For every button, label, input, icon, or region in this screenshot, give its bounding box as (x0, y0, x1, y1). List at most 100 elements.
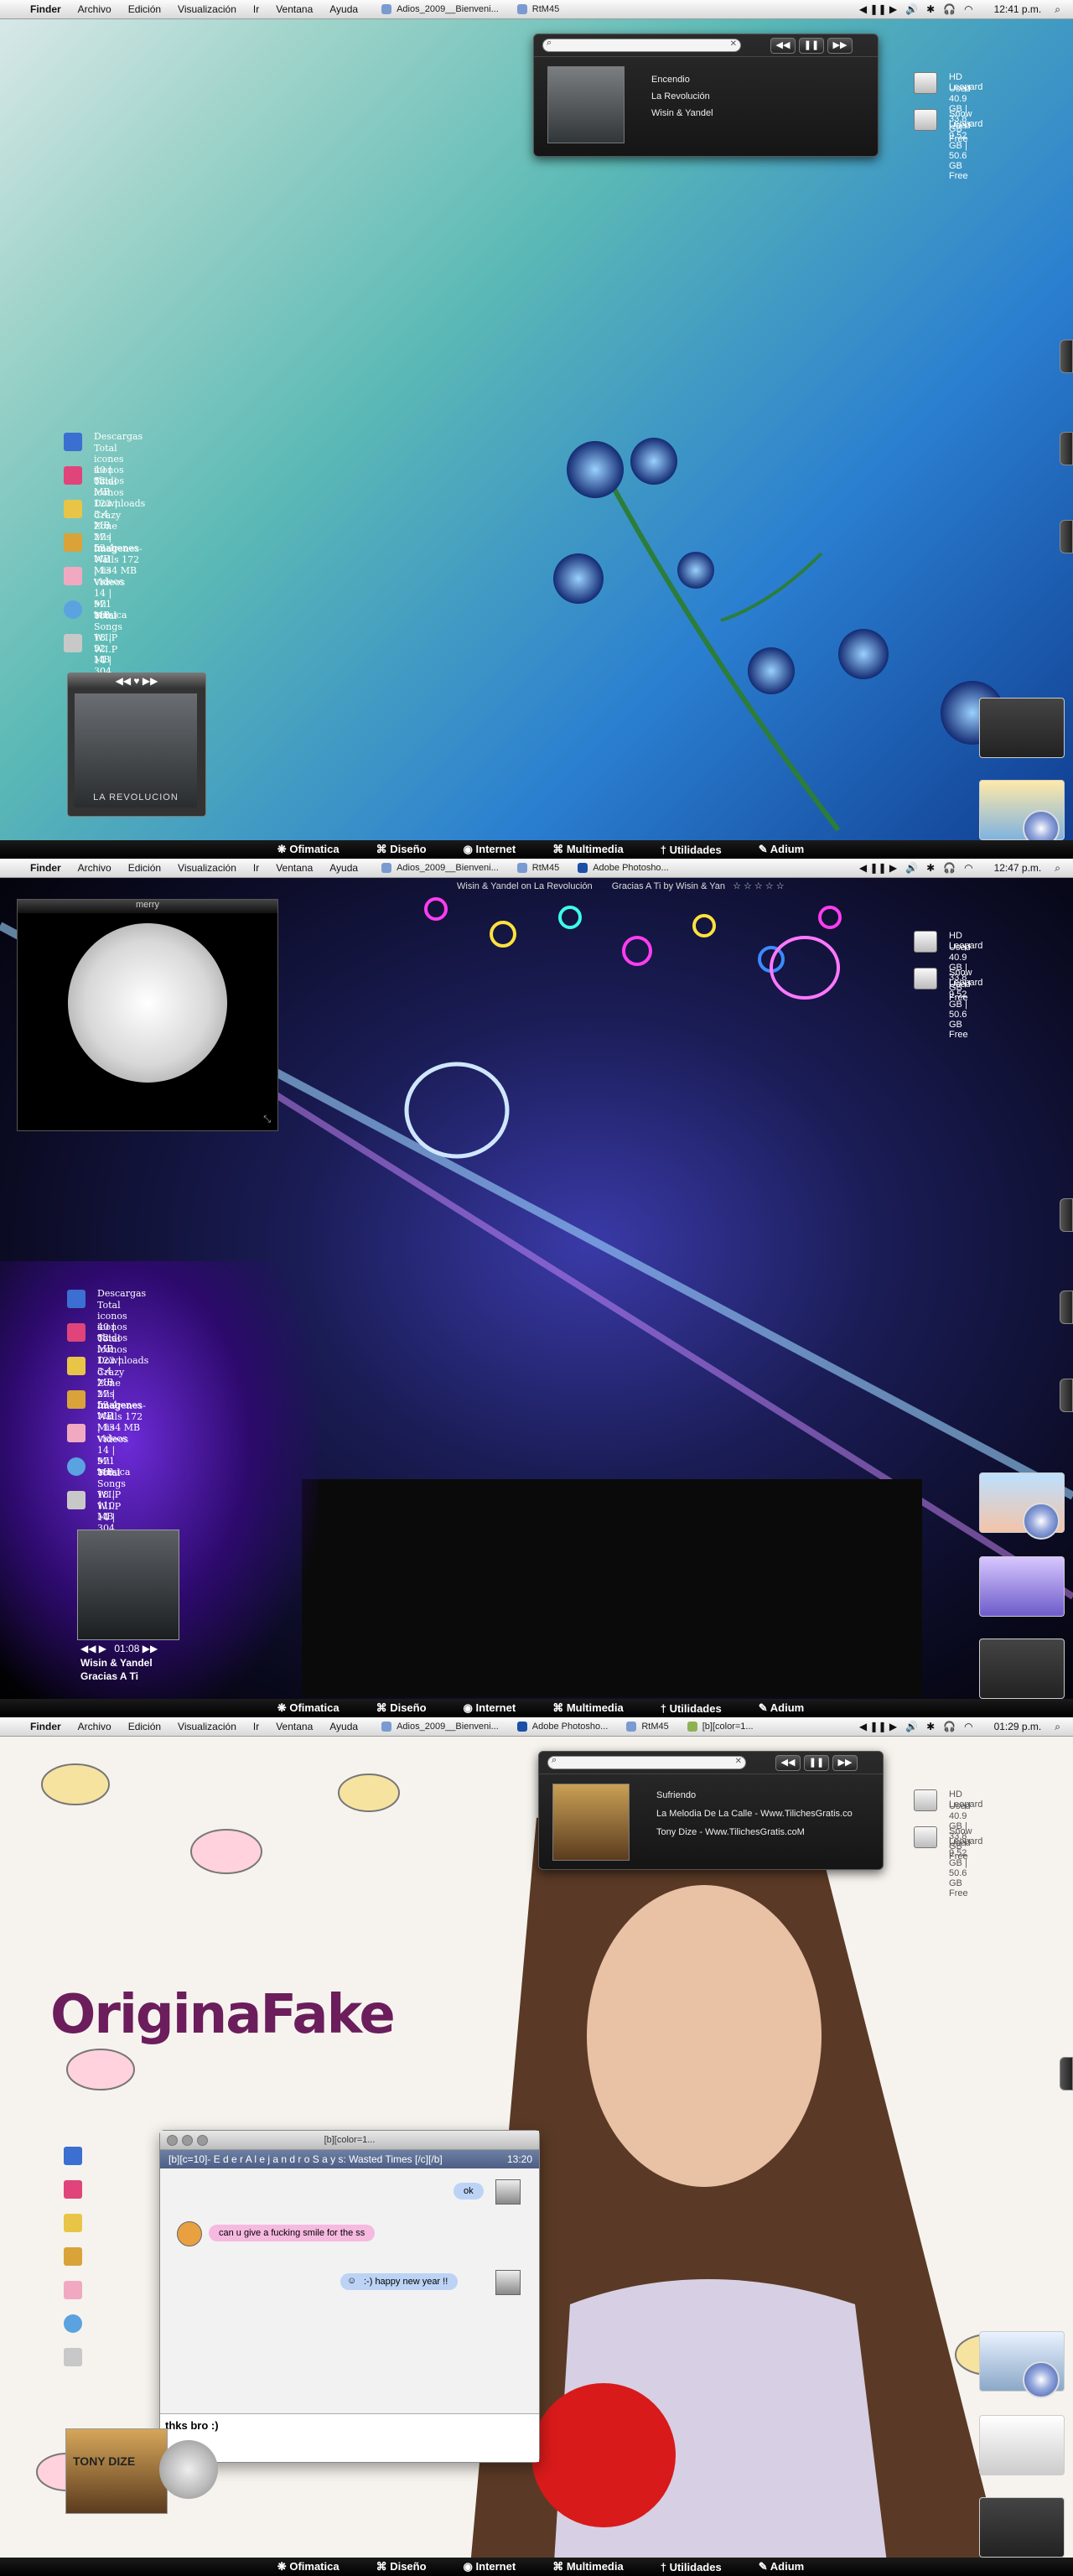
side-drawer-tab[interactable] (1060, 2057, 1073, 2090)
dock-adium[interactable]: ✎ Adium (759, 1701, 805, 1715)
bluetooth-icon[interactable]: ✱ (926, 862, 935, 874)
menu-ayuda[interactable]: Ayuda (329, 1721, 358, 1732)
volume-icon[interactable]: 🔊 (905, 862, 918, 874)
widget-thumbnail[interactable] (979, 1556, 1065, 1617)
pause-button[interactable]: ❚❚ (799, 38, 824, 54)
menu-visualizacion[interactable]: Visualización (178, 862, 236, 874)
menu-ir[interactable]: Ir (253, 3, 259, 15)
message-input[interactable]: thks bro :) (160, 2413, 539, 2462)
side-drawer-tab[interactable] (1060, 520, 1073, 553)
dock-utilidades[interactable]: † Utilidades (661, 1702, 722, 1715)
chat-titlebar[interactable]: [b][color=1... (160, 2131, 539, 2150)
dock-internet[interactable]: ◉ Internet (464, 1701, 516, 1715)
menubar-clock[interactable]: 12:47 p.m. (994, 862, 1042, 874)
clear-search-icon[interactable]: ✕ (730, 39, 737, 49)
album-art[interactable] (552, 1784, 630, 1861)
clear-search-icon[interactable]: ✕ (735, 1757, 742, 1766)
menubar-clock[interactable]: 12:41 p.m. (994, 3, 1042, 15)
running-app-item[interactable]: RtM45 (516, 863, 559, 873)
running-app-item[interactable]: Adios_2009__Bienveni... (381, 1722, 499, 1732)
menu-edicion[interactable]: Edición (128, 1721, 161, 1732)
dock-adium[interactable]: ✎ Adium (759, 2560, 805, 2573)
dock-multimedia[interactable]: ⌘ Multimedia (552, 1701, 624, 1715)
dock-multimedia[interactable]: ⌘ Multimedia (552, 843, 624, 856)
side-drawer-tab[interactable] (1060, 432, 1073, 465)
dock-diseno[interactable]: ⌘ Diseño (376, 2560, 427, 2573)
menu-ir[interactable]: Ir (253, 862, 259, 874)
running-app-item[interactable]: RtM45 (626, 1722, 669, 1732)
dock-internet[interactable]: ◉ Internet (464, 843, 516, 856)
dock-ofimatica[interactable]: ❋ Ofimatica (277, 1701, 340, 1715)
next-track-button[interactable]: ▶▶ (827, 38, 853, 54)
menu-edicion[interactable]: Edición (128, 3, 161, 15)
widget-thumbnail[interactable] (979, 2415, 1065, 2475)
menu-finder[interactable]: Finder (30, 3, 61, 15)
media-controls-icon[interactable]: ◀ ❚❚ ▶ (859, 3, 897, 15)
menu-ayuda[interactable]: Ayuda (329, 862, 358, 874)
contact-avatar[interactable] (177, 2221, 202, 2246)
spotlight-search-icon[interactable]: ⌕ (1055, 1721, 1060, 1733)
media-controls-icon[interactable]: ◀ ❚❚ ▶ (859, 1721, 897, 1732)
menu-ventana[interactable]: Ventana (276, 862, 313, 874)
dock-internet[interactable]: ◉ Internet (464, 2560, 516, 2573)
menu-archivo[interactable]: Archivo (78, 3, 111, 15)
close-window-button[interactable] (167, 2135, 178, 2146)
menu-edicion[interactable]: Edición (128, 862, 161, 874)
album-cover[interactable] (77, 1530, 179, 1640)
running-app-item[interactable]: RtM45 (516, 4, 559, 14)
headphones-icon[interactable]: 🎧 (943, 862, 956, 874)
cover-controls[interactable]: ◀◀ ♥ ▶▶ (68, 673, 205, 688)
dock-utilidades[interactable]: † Utilidades (661, 844, 722, 856)
headphones-icon[interactable]: 🎧 (943, 1721, 956, 1732)
volume-icon[interactable]: 🔊 (905, 3, 918, 15)
widget-thumbnail[interactable] (979, 2497, 1065, 2558)
cd-widget[interactable]: merry ⤡ (17, 899, 278, 1131)
menubar-clock[interactable]: 01:29 p.m. (994, 1721, 1042, 1732)
wifi-icon[interactable]: ◠ (964, 1721, 972, 1732)
menu-archivo[interactable]: Archivo (78, 1721, 111, 1732)
safari-compass-icon[interactable] (1023, 1503, 1060, 1540)
menu-finder[interactable]: Finder (30, 862, 61, 874)
rating-stars[interactable]: ☆ ☆ ☆ ☆ ☆ (733, 881, 785, 891)
side-drawer-tab[interactable] (1060, 1291, 1073, 1324)
menu-ir[interactable]: Ir (253, 1721, 259, 1732)
running-app-item[interactable]: Adios_2009__Bienveni... (381, 863, 499, 873)
menu-ayuda[interactable]: Ayuda (329, 3, 358, 15)
wifi-icon[interactable]: ◠ (964, 862, 972, 874)
menu-visualizacion[interactable]: Visualización (178, 3, 236, 15)
user-avatar[interactable] (495, 2270, 521, 2295)
menu-archivo[interactable]: Archivo (78, 862, 111, 874)
menu-ventana[interactable]: Ventana (276, 3, 313, 15)
wifi-icon[interactable]: ◠ (964, 3, 972, 15)
menu-visualizacion[interactable]: Visualización (178, 1721, 236, 1732)
album-art[interactable] (547, 66, 625, 143)
bluetooth-icon[interactable]: ✱ (926, 1721, 935, 1732)
spotlight-search-icon[interactable]: ⌕ (1055, 3, 1060, 16)
menu-ventana[interactable]: Ventana (276, 1721, 313, 1732)
volume-icon[interactable]: 🔊 (905, 1721, 918, 1732)
running-app-item[interactable]: Adobe Photosho... (516, 1722, 608, 1732)
next-track-button[interactable]: ▶▶ (832, 1755, 858, 1771)
spotlight-search-icon[interactable]: ⌕ (1055, 862, 1060, 875)
album-cover[interactable]: TONY DIZE (65, 2428, 168, 2514)
album-cover-widget[interactable]: ◀◀ ♥ ▶▶ LA REVOLUCION (67, 673, 206, 817)
itunes-search-input[interactable]: ⌕ ✕ (542, 38, 741, 52)
menu-finder[interactable]: Finder (30, 1721, 61, 1732)
previous-track-button[interactable]: ◀◀ (775, 1755, 801, 1771)
widget-thumbnail[interactable] (979, 698, 1065, 758)
dock-multimedia[interactable]: ⌘ Multimedia (552, 2560, 624, 2573)
dock-diseno[interactable]: ⌘ Diseño (376, 1701, 427, 1715)
side-drawer-tab[interactable] (1060, 340, 1073, 373)
media-controls-icon[interactable]: ◀ ❚❚ ▶ (859, 862, 897, 874)
pause-button[interactable]: ❚❚ (804, 1755, 829, 1771)
side-drawer-tab[interactable] (1060, 1198, 1073, 1232)
bluetooth-icon[interactable]: ✱ (926, 3, 935, 15)
running-app-item[interactable]: [b][color=1... (687, 1722, 754, 1732)
user-avatar[interactable] (495, 2179, 521, 2205)
resize-icon[interactable]: ⤡ (263, 1114, 271, 1125)
dock-utilidades[interactable]: † Utilidades (661, 2561, 722, 2573)
side-drawer-tab[interactable] (1060, 1379, 1073, 1412)
dock-ofimatica[interactable]: ❋ Ofimatica (277, 2560, 340, 2573)
now-playing-controls[interactable]: ◀◀ ▶ 01:08 ▶▶ (80, 1643, 158, 1654)
safari-compass-icon[interactable] (1023, 2361, 1060, 2398)
